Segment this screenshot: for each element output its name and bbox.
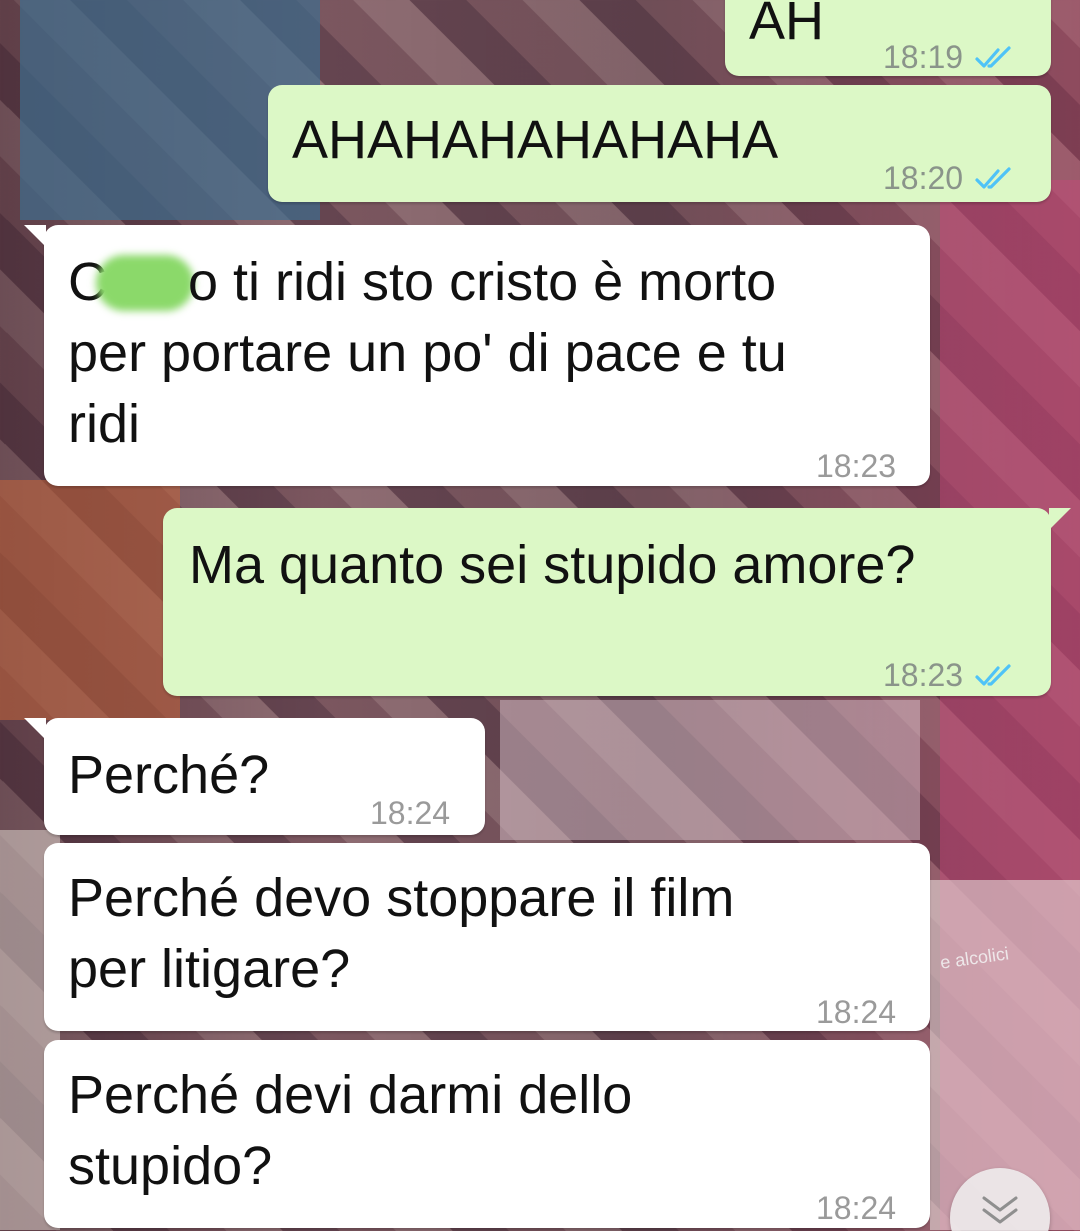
double-check-icon xyxy=(973,661,1017,691)
message-text: Perché? xyxy=(68,745,270,805)
wallpaper-block xyxy=(500,700,920,840)
incoming-message[interactable]: Perché devi darmi dello stupido? 18:24 xyxy=(44,1040,930,1228)
message-meta: 18:23 xyxy=(816,431,896,502)
incoming-message[interactable]: Perché devo stoppare il film per litigar… xyxy=(44,843,930,1031)
message-time: 18:24 xyxy=(370,795,451,831)
message-meta: 18:24 xyxy=(816,977,896,1048)
chevron-double-down-icon xyxy=(982,1196,1018,1224)
message-time: 18:23 xyxy=(883,657,964,693)
message-text: o ti ridi sto cristo è morto per portare… xyxy=(68,252,787,454)
message-meta: 18:19 xyxy=(883,22,1017,93)
double-check-icon xyxy=(973,43,1017,73)
wallpaper-block xyxy=(0,480,180,720)
message-meta: 18:23 xyxy=(883,640,1017,711)
message-time: 18:23 xyxy=(816,448,897,484)
message-text: Ma quanto sei stupido amore? xyxy=(189,535,916,595)
message-meta: 18:24 xyxy=(816,1173,896,1231)
message-text: Perché devo stoppare il film per litigar… xyxy=(68,868,735,999)
outgoing-message[interactable]: AHAHAHAHAHAHA 18:20 xyxy=(268,85,1051,202)
message-time: 18:20 xyxy=(883,160,964,196)
message-meta: 18:24 xyxy=(370,778,450,849)
double-check-icon xyxy=(973,164,1017,194)
message-text: AHAHAHAHAHAHA xyxy=(292,110,779,170)
message-time: 18:24 xyxy=(816,994,897,1030)
message-text: AH xyxy=(749,0,825,51)
incoming-message[interactable]: Perché? 18:24 xyxy=(24,718,485,835)
incoming-message[interactable]: C o ti ridi sto cristo è morto per porta… xyxy=(24,225,930,486)
message-meta: 18:20 xyxy=(883,143,1017,214)
outgoing-message[interactable]: AH 18:19 xyxy=(725,0,1051,76)
message-time: 18:19 xyxy=(883,39,964,75)
message-time: 18:24 xyxy=(816,1190,897,1226)
message-text: Perché devi darmi dello stupido? xyxy=(68,1065,633,1196)
outgoing-message[interactable]: Ma quanto sei stupido amore? 18:23 xyxy=(163,508,1071,696)
